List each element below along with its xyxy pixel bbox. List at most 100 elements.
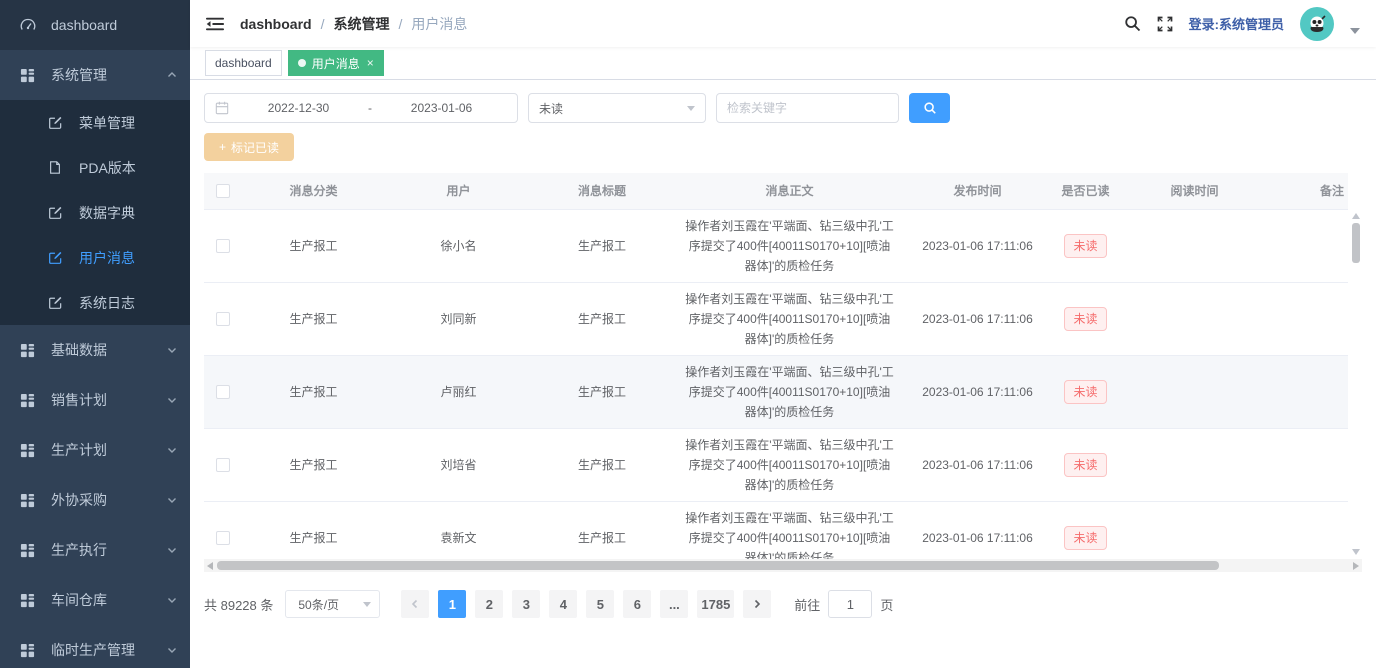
sidebar-item-basic-data[interactable]: 基础数据 <box>0 325 190 375</box>
sidebar-item-system-management[interactable]: 系统管理 <box>0 50 190 100</box>
grid-icon <box>20 342 38 358</box>
plus-icon: + <box>219 140 226 154</box>
unread-status-badge: 未读 <box>1064 234 1106 258</box>
cell-category: 生产报工 <box>241 428 386 501</box>
cell-user: 袁新文 <box>386 501 531 559</box>
row-checkbox[interactable] <box>216 458 230 472</box>
horizontal-scrollbar-thumb[interactable] <box>217 561 1219 570</box>
date-range-picker[interactable]: 2022-12-30 - 2023-01-06 <box>204 93 518 123</box>
scroll-up-icon[interactable] <box>1352 213 1360 219</box>
document-icon <box>48 160 66 176</box>
mark-read-label: 标记已读 <box>231 139 279 156</box>
sidebar-item-temporary-production-management[interactable]: 临时生产管理 <box>0 625 190 668</box>
scroll-left-icon[interactable] <box>207 562 213 570</box>
grid-icon <box>20 492 38 508</box>
goto-label: 前往 <box>794 595 820 614</box>
row-checkbox[interactable] <box>216 312 230 326</box>
caret-down-icon[interactable] <box>1350 28 1360 34</box>
cell-publish-time: 2023-01-06 17:11:06 <box>906 428 1049 501</box>
active-tab-dot-icon <box>298 59 306 67</box>
date-start-value[interactable]: 2022-12-30 <box>233 101 364 115</box>
tab-user-messages[interactable]: 用户消息× <box>288 50 384 76</box>
pagination-next-button[interactable] <box>743 590 771 618</box>
search-icon[interactable] <box>1124 15 1141 32</box>
row-checkbox[interactable] <box>216 239 230 253</box>
sidebar-item-user-messages[interactable]: 用户消息 <box>0 235 190 280</box>
chevron-down-icon <box>166 394 178 406</box>
horizontal-scrollbar[interactable] <box>204 559 1362 572</box>
pagination-ellipsis[interactable]: ... <box>660 590 688 618</box>
goto-page-input[interactable] <box>828 590 872 618</box>
pagination-page-5[interactable]: 5 <box>586 590 614 618</box>
sidebar-item-production-plan[interactable]: 生产计划 <box>0 425 190 475</box>
sidebar-item-system-logs[interactable]: 系统日志 <box>0 280 190 325</box>
cell-read-time <box>1122 209 1267 282</box>
edit-square-icon <box>48 115 66 131</box>
grid-icon <box>20 392 38 408</box>
unread-status-badge: 未读 <box>1064 453 1106 477</box>
sidebar-toggle-icon[interactable] <box>206 16 224 32</box>
grid-icon <box>20 592 38 608</box>
cell-title: 生产报工 <box>531 209 673 282</box>
cell-content: 操作者刘玉霞在'平端面、钻三级中孔'工序提交了400件[40011S0170+1… <box>673 428 906 501</box>
edit-square-icon <box>48 295 66 311</box>
tab-dashboard[interactable]: dashboard <box>205 50 282 76</box>
keyword-search-input[interactable] <box>716 93 899 123</box>
pagination-page-6[interactable]: 6 <box>623 590 651 618</box>
page-size-select[interactable]: 50条/页 <box>285 590 380 618</box>
top-navbar: dashboard/系统管理/用户消息 登录:系统管理员 <box>190 0 1376 47</box>
pagination-page-1785[interactable]: 1785 <box>697 590 734 618</box>
sidebar-item-sales-plan[interactable]: 销售计划 <box>0 375 190 425</box>
row-checkbox[interactable] <box>216 385 230 399</box>
cell-user: 刘同新 <box>386 282 531 355</box>
select-all-header-cell <box>204 173 241 209</box>
sidebar-item-pda-version[interactable]: PDA版本 <box>0 145 190 190</box>
search-button-icon <box>923 101 937 115</box>
sidebar-item-menu-management[interactable]: 菜单管理 <box>0 100 190 145</box>
sidebar-item-production-execution[interactable]: 生产执行 <box>0 525 190 575</box>
pagination-page-1[interactable]: 1 <box>438 590 466 618</box>
grid-icon <box>20 542 38 558</box>
tabs-bar: dashboard用户消息× <box>190 47 1376 80</box>
grid-icon <box>20 442 38 458</box>
pagination-page-4[interactable]: 4 <box>549 590 577 618</box>
cell-checkbox <box>204 428 241 501</box>
pagination-prev-button[interactable] <box>401 590 429 618</box>
avatar-mascot-icon <box>1305 12 1329 36</box>
sidebar-item-label: 数据字典 <box>79 203 135 223</box>
read-status-select[interactable]: 未读 <box>528 93 706 123</box>
fullscreen-icon[interactable] <box>1157 16 1173 32</box>
column-header-remark: 备注 <box>1267 173 1348 209</box>
cell-publish-time: 2023-01-06 17:11:06 <box>906 209 1049 282</box>
calendar-icon <box>215 101 229 115</box>
sidebar-item-dashboard[interactable]: dashboard <box>0 0 190 50</box>
column-header-category: 消息分类 <box>241 173 386 209</box>
sidebar-item-label: 外协采购 <box>51 490 107 510</box>
cell-checkbox <box>204 282 241 355</box>
pagination-page-2[interactable]: 2 <box>475 590 503 618</box>
vertical-scrollbar-thumb[interactable] <box>1352 223 1360 263</box>
chevron-down-icon <box>363 602 371 607</box>
date-end-value[interactable]: 2023-01-06 <box>376 101 507 115</box>
cell-publish-time: 2023-01-06 17:11:06 <box>906 501 1049 559</box>
search-button[interactable] <box>909 93 950 123</box>
page-content: 2022-12-30 - 2023-01-06 未读 + <box>190 80 1376 668</box>
select-all-checkbox[interactable] <box>216 184 230 198</box>
cell-read-status: 未读 <box>1049 282 1122 355</box>
breadcrumb-item-1[interactable]: 系统管理 <box>333 14 389 34</box>
sidebar-item-workshop-warehouse[interactable]: 车间仓库 <box>0 575 190 625</box>
unread-status-badge: 未读 <box>1064 380 1106 404</box>
avatar[interactable] <box>1300 7 1334 41</box>
pagination-page-3[interactable]: 3 <box>512 590 540 618</box>
vertical-scrollbar[interactable] <box>1349 210 1362 558</box>
scroll-right-icon[interactable] <box>1353 562 1359 570</box>
sidebar-item-outsourcing-purchase[interactable]: 外协采购 <box>0 475 190 525</box>
tab-close-icon[interactable]: × <box>367 57 374 69</box>
sidebar-item-data-dictionary[interactable]: 数据字典 <box>0 190 190 235</box>
scroll-down-icon[interactable] <box>1352 549 1360 555</box>
mark-read-button[interactable]: + 标记已读 <box>204 133 294 161</box>
breadcrumb-item-0[interactable]: dashboard <box>240 16 312 32</box>
table-row-4: 生产报工刘培省生产报工操作者刘玉霞在'平端面、钻三级中孔'工序提交了400件[4… <box>204 428 1348 501</box>
cell-read-time <box>1122 428 1267 501</box>
row-checkbox[interactable] <box>216 531 230 545</box>
